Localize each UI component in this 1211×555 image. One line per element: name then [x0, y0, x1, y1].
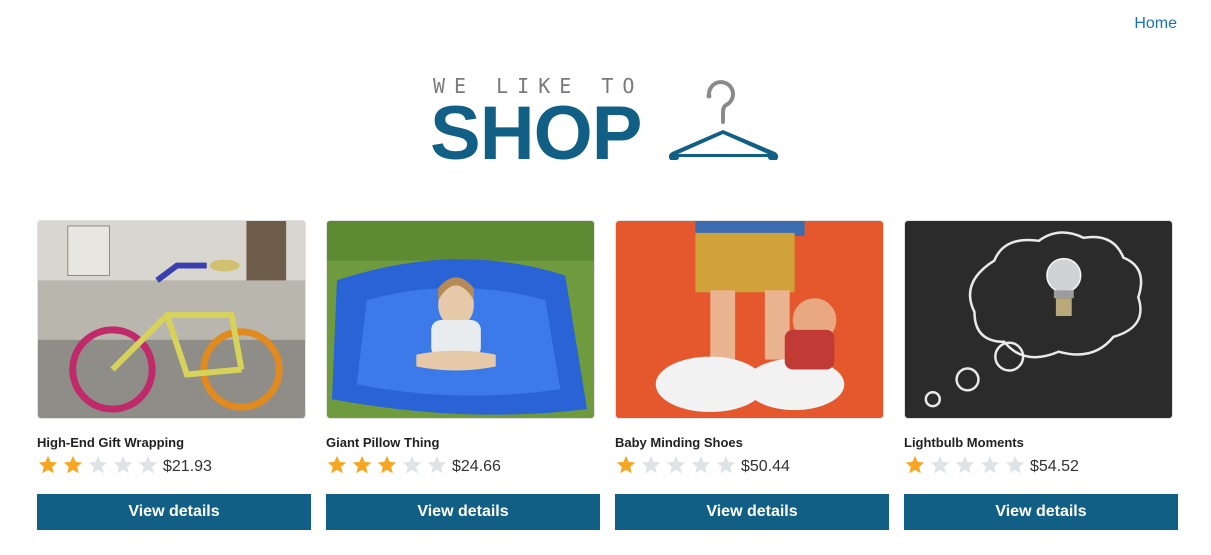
star-filled-icon — [37, 454, 62, 476]
top-nav: Home — [1134, 15, 1177, 33]
shop-logo: WE LIKE TO SHOP — [430, 72, 790, 172]
view-details-button[interactable]: View details — [904, 494, 1178, 530]
star-empty-icon — [690, 454, 715, 476]
product-title: Giant Pillow Thing — [326, 435, 440, 450]
star-empty-icon — [954, 454, 979, 476]
star-rating — [326, 454, 451, 481]
product-image — [615, 220, 884, 419]
star-filled-icon — [326, 454, 351, 476]
home-link[interactable]: Home — [1134, 15, 1177, 32]
star-filled-icon — [351, 454, 376, 476]
star-empty-icon — [112, 454, 137, 476]
product-card: Giant Pillow Thing $24.66 View details — [326, 220, 600, 530]
star-empty-icon — [665, 454, 690, 476]
view-details-button[interactable]: View details — [37, 494, 311, 530]
star-empty-icon — [401, 454, 426, 476]
star-empty-icon — [640, 454, 665, 476]
product-image — [326, 220, 595, 419]
product-title: Baby Minding Shoes — [615, 435, 743, 450]
product-card: Baby Minding Shoes $50.44 View details — [615, 220, 889, 530]
star-empty-icon — [1004, 454, 1029, 476]
product-price: $54.52 — [1030, 458, 1079, 475]
view-details-button[interactable]: View details — [326, 494, 600, 530]
product-image — [37, 220, 306, 419]
product-grid: High-End Gift Wrapping $21.93 View detai… — [37, 220, 1178, 530]
product-rating: $54.52 — [904, 455, 1178, 479]
star-filled-icon — [615, 454, 640, 476]
product-title: High-End Gift Wrapping — [37, 435, 185, 450]
star-filled-icon — [62, 454, 87, 476]
star-rating — [615, 454, 740, 481]
star-empty-icon — [87, 454, 112, 476]
product-price: $24.66 — [452, 458, 501, 475]
product-rating: $24.66 — [326, 455, 600, 479]
product-title: Lightbulb Moments — [904, 435, 1024, 450]
product-rating: $21.93 — [37, 455, 311, 479]
logo-wordmark: SHOP — [430, 91, 642, 176]
hanger-icon — [668, 80, 779, 160]
star-filled-icon — [376, 454, 401, 476]
product-price: $21.93 — [163, 458, 212, 475]
star-filled-icon — [904, 454, 929, 476]
star-rating — [904, 454, 1029, 481]
star-rating — [37, 454, 162, 481]
view-details-button[interactable]: View details — [615, 494, 889, 530]
product-price: $50.44 — [741, 458, 790, 475]
product-card: Lightbulb Moments $54.52 View details — [904, 220, 1178, 530]
star-empty-icon — [137, 454, 162, 476]
product-card: High-End Gift Wrapping $21.93 View detai… — [37, 220, 311, 530]
star-empty-icon — [715, 454, 740, 476]
star-empty-icon — [929, 454, 954, 476]
star-empty-icon — [979, 454, 1004, 476]
product-image — [904, 220, 1173, 419]
product-rating: $50.44 — [615, 455, 889, 479]
star-empty-icon — [426, 454, 451, 476]
